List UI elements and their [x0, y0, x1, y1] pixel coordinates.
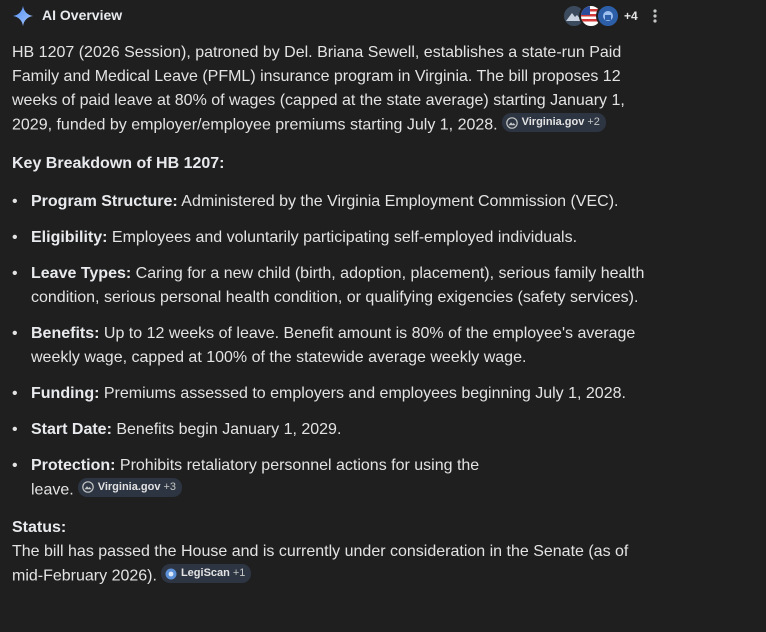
breakdown-list: Program Structure: Administered by the V… [12, 190, 662, 503]
item-text: Premiums assessed to employers and emplo… [99, 384, 626, 402]
item-text: Employees and voluntarily participating … [107, 228, 578, 246]
source-count: +4 [624, 9, 638, 23]
citation-more-count: +3 [163, 480, 177, 493]
list-item: Program Structure: Administered by the V… [12, 190, 662, 214]
breakdown-heading: Key Breakdown of HB 1207: [12, 154, 225, 172]
item-text: Administered by the Virginia Employment … [177, 192, 619, 210]
item-label: Protection: [31, 456, 116, 474]
citation-more-count: +1 [232, 567, 246, 579]
ai-overview-header: AI Overview +4 [0, 0, 766, 32]
citation-more-count: +2 [587, 116, 600, 128]
status-paragraph: The bill has passed the House and is cur… [12, 540, 662, 589]
citation-source: Virginia.gov [521, 116, 585, 128]
list-item: Benefits: Up to 12 weeks of leave. Benef… [12, 322, 662, 370]
status-heading: Status: [12, 519, 67, 536]
citation-source: Virginia.gov [97, 480, 161, 493]
citation-chip[interactable]: LegiScan +1 [160, 564, 252, 583]
list-item: Leave Types: Caring for a new child (bir… [12, 262, 662, 310]
list-item: Protection: Prohibits retaliatory person… [12, 454, 662, 503]
ai-spark-icon [12, 5, 34, 27]
list-item: Funding: Premiums assessed to employers … [12, 382, 662, 406]
overview-content: HB 1207 (2026 Session), patroned by Del.… [12, 41, 662, 589]
item-label: Funding: [31, 384, 100, 402]
more-options-icon[interactable] [647, 8, 663, 24]
citation-chip[interactable]: Virginia.gov +3 [77, 477, 183, 497]
item-label: Program Structure: [31, 192, 178, 210]
status-text: The bill has passed the House and is cur… [12, 543, 629, 585]
item-text: Up to 12 weeks of leave. Benefit amount … [31, 324, 636, 366]
citation-chip[interactable]: Virginia.gov +2 [501, 113, 606, 132]
item-label: Eligibility: [31, 228, 108, 246]
ai-overview-title: AI Overview [42, 7, 123, 23]
legiscan-icon [165, 568, 177, 579]
list-item: Start Date: Benefits begin January 1, 20… [12, 418, 662, 442]
list-item: Eligibility: Employees and voluntarily p… [12, 226, 662, 250]
intro-paragraph: HB 1207 (2026 Session), patroned by Del.… [12, 41, 662, 138]
link-icon [81, 481, 94, 493]
item-label: Start Date: [31, 420, 112, 438]
item-label: Leave Types: [31, 264, 132, 282]
protection-wrap: Protection: Prohibits retaliatory person… [31, 454, 521, 503]
citation-source: LegiScan [180, 567, 230, 579]
sources-button[interactable]: +4 [562, 4, 638, 28]
link-icon [505, 116, 518, 129]
item-label: Benefits: [31, 324, 100, 342]
source-avatar-seal-icon [596, 4, 620, 28]
item-text: Benefits begin January 1, 2029. [111, 420, 342, 438]
